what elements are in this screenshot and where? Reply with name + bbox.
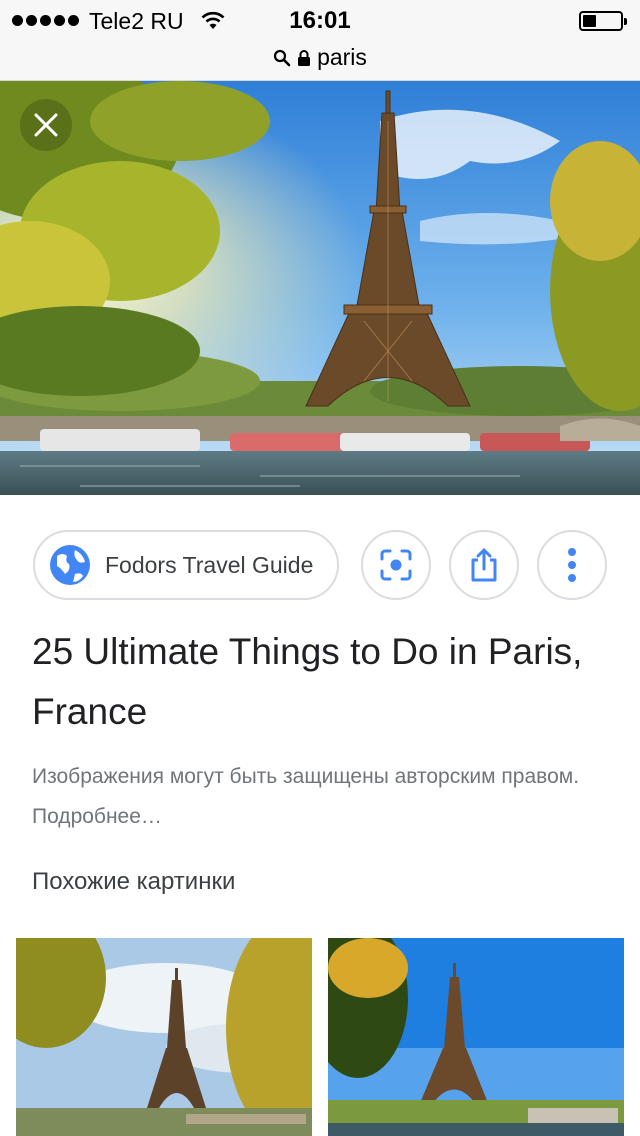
result-title[interactable]: 25 Ultimate Things to Do in Paris, Franc… — [32, 622, 612, 742]
globe-icon — [50, 545, 90, 585]
share-icon — [471, 548, 497, 582]
url-bar[interactable]: paris — [0, 42, 640, 81]
more-options-button[interactable] — [537, 530, 607, 600]
lens-button[interactable] — [361, 530, 431, 600]
source-site-button[interactable]: Fodors Travel Guide — [33, 530, 339, 600]
copyright-notice[interactable]: Изображения могут быть защищены авторски… — [32, 757, 612, 837]
close-button[interactable] — [20, 99, 72, 151]
eiffel-tower-photo — [0, 81, 640, 495]
lock-icon — [298, 49, 311, 66]
share-button[interactable] — [449, 530, 519, 600]
status-bar: Tele2 RU 16:01 — [0, 0, 640, 42]
clock: 16:01 — [289, 7, 351, 34]
battery-icon — [579, 11, 627, 31]
eiffel-tower-thumb-1 — [16, 938, 312, 1136]
similar-image-thumbnail[interactable] — [328, 938, 624, 1136]
hero-image[interactable] — [0, 81, 640, 495]
similar-images-heading: Похожие картинки — [32, 868, 236, 895]
search-icon — [273, 49, 291, 66]
lens-icon — [380, 549, 412, 581]
source-site-label: Fodors Travel Guide — [105, 551, 314, 578]
similar-image-thumbnail[interactable] — [16, 938, 312, 1136]
more-vertical-icon — [568, 548, 576, 582]
eiffel-tower-thumb-2 — [328, 938, 624, 1136]
close-icon — [34, 113, 58, 137]
url-text: paris — [317, 44, 367, 70]
